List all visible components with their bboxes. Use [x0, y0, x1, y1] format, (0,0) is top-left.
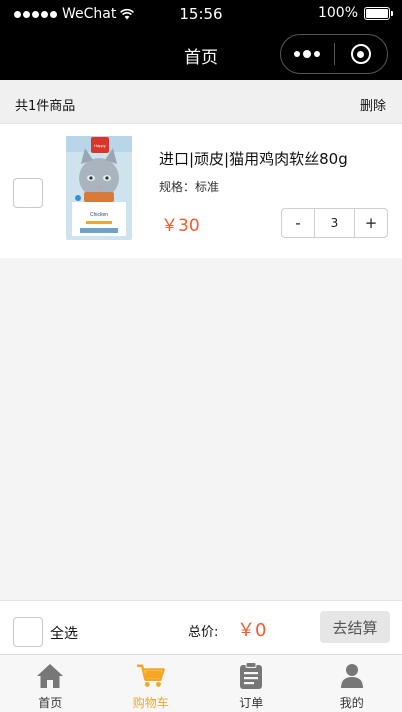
select-all-checkbox[interactable]: [13, 617, 43, 647]
quantity-input[interactable]: 3: [314, 209, 355, 237]
target-icon: [350, 44, 371, 64]
more-dots-icon: [294, 50, 321, 58]
package-product: Chicken: [90, 212, 108, 218]
total-value: ￥0: [237, 620, 267, 641]
cart-icon: [136, 662, 165, 690]
decrease-button[interactable]: -: [282, 209, 314, 237]
more-button[interactable]: [281, 35, 334, 73]
tab-profile[interactable]: 我的: [302, 655, 402, 712]
cart-count: 共1件商品: [15, 99, 76, 114]
total-label: 总价:: [188, 625, 219, 640]
status-bar: WeChat 15:56 100%: [0, 0, 402, 28]
nav-bar: 首页: [0, 28, 402, 80]
battery-info: 100%: [317, 5, 393, 21]
clipboard-icon: [237, 662, 265, 690]
tab-cart[interactable]: 购物车: [101, 655, 202, 712]
checkout-button[interactable]: 去结算: [320, 611, 390, 643]
select-all-label[interactable]: 全选: [50, 623, 78, 643]
home-icon: [36, 662, 64, 690]
increase-button[interactable]: +: [355, 209, 387, 237]
item-checkbox[interactable]: [13, 178, 43, 208]
tab-label-home: 首页: [38, 696, 63, 710]
product-image[interactable]: Happy Chicken: [66, 136, 132, 240]
tab-home[interactable]: 首页: [0, 655, 101, 712]
product-price: ￥30: [161, 216, 200, 236]
tab-label-profile: 我的: [339, 696, 364, 710]
battery-icon: [364, 6, 393, 20]
tab-label-cart: 购物车: [132, 696, 169, 710]
product-spec: 规格：标准: [159, 180, 220, 194]
user-icon: [338, 662, 366, 690]
cart-item: Happy Chicken 进口|顽皮|猫用鸡肉软丝80g 规格：标准 ￥30 …: [0, 124, 402, 258]
tab-label-orders: 订单: [239, 696, 264, 710]
cart-header: 共1件商品 删除: [0, 80, 402, 124]
tab-orders[interactable]: 订单: [201, 655, 302, 712]
battery-percent: 100%: [317, 5, 358, 21]
close-program-button[interactable]: [335, 35, 388, 73]
tab-bar: 首页 购物车 订单 我的: [0, 654, 402, 712]
checkout-bar: 全选 总价: ￥0 去结算: [0, 600, 402, 654]
package-brand: Happy: [94, 143, 106, 148]
mini-program-capsule: [280, 34, 388, 74]
delete-button[interactable]: 删除: [360, 95, 386, 114]
product-title[interactable]: 进口|顽皮|猫用鸡肉软丝80g: [159, 148, 348, 169]
quantity-stepper: - 3 +: [281, 208, 388, 238]
